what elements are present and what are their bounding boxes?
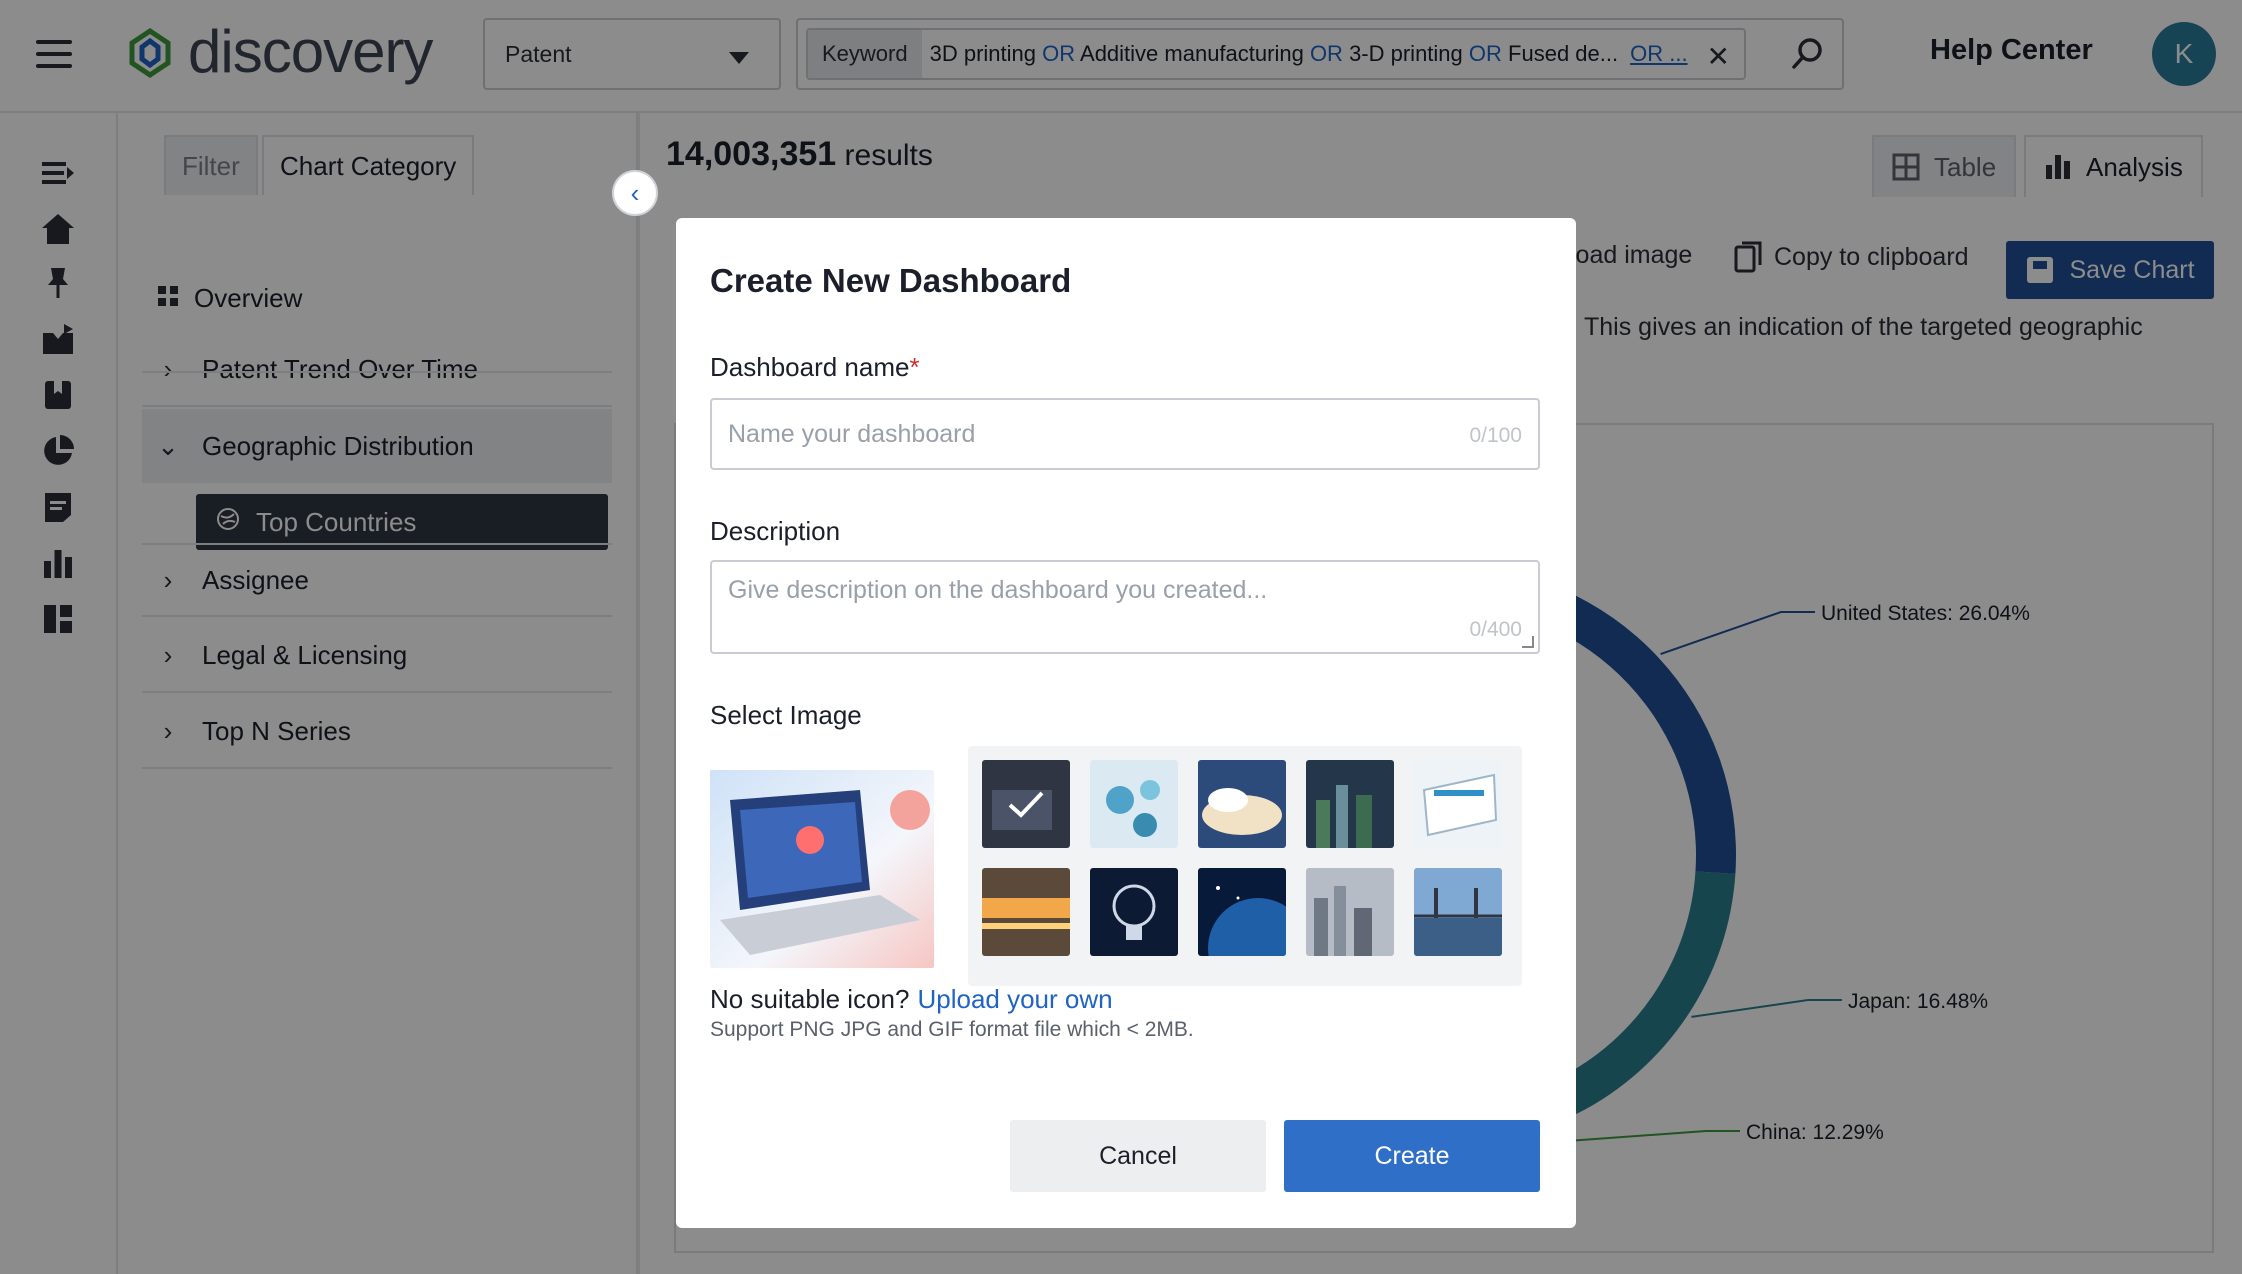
thumb-clouds[interactable] xyxy=(1198,760,1286,848)
dashboard-name-counter: 0/100 xyxy=(1469,424,1522,448)
check-icon xyxy=(982,760,1070,848)
thumb-molecule[interactable] xyxy=(1090,760,1178,848)
thumb-bridge[interactable] xyxy=(1414,868,1502,956)
resize-handle-icon[interactable] xyxy=(1522,636,1534,648)
dashboard-name-label: Dashboard name* xyxy=(710,352,920,383)
laptop-preview-image xyxy=(710,770,934,968)
upload-note: No suitable icon?Upload your own xyxy=(710,984,1113,1015)
modal-title: Create New Dashboard xyxy=(710,262,1071,300)
create-dashboard-modal: Create New Dashboard Dashboard name* Nam… xyxy=(676,218,1576,1228)
chevron-left-icon: ‹ xyxy=(631,178,640,209)
thumb-laptop-selected[interactable] xyxy=(982,760,1070,848)
thumb-traffic[interactable] xyxy=(982,868,1070,956)
thumb-skyline-hand[interactable] xyxy=(1306,868,1394,956)
dashboard-name-placeholder: Name your dashboard xyxy=(728,420,975,449)
upload-support-text: Support PNG JPG and GIF format file whic… xyxy=(710,1018,1194,1042)
description-placeholder: Give description on the dashboard you cr… xyxy=(728,576,1267,605)
thumb-earth[interactable] xyxy=(1198,868,1286,956)
description-label: Description xyxy=(710,516,840,547)
select-image-label: Select Image xyxy=(710,700,862,731)
create-button[interactable]: Create xyxy=(1284,1120,1540,1192)
description-counter: 0/400 xyxy=(1469,618,1522,642)
thumb-city-night[interactable] xyxy=(1306,760,1394,848)
description-textarea[interactable]: Give description on the dashboard you cr… xyxy=(710,560,1540,654)
selected-image-preview xyxy=(710,770,934,968)
image-picker-grid xyxy=(968,746,1522,986)
required-asterisk: * xyxy=(909,352,919,382)
thumb-lightbulb[interactable] xyxy=(1090,868,1178,956)
collapse-panel-button[interactable]: ‹ xyxy=(612,170,658,216)
dashboard-name-input[interactable]: Name your dashboard 0/100 xyxy=(710,398,1540,470)
upload-own-link[interactable]: Upload your own xyxy=(917,984,1112,1014)
cancel-button[interactable]: Cancel xyxy=(1010,1120,1266,1192)
thumb-tablet[interactable] xyxy=(1414,760,1502,848)
